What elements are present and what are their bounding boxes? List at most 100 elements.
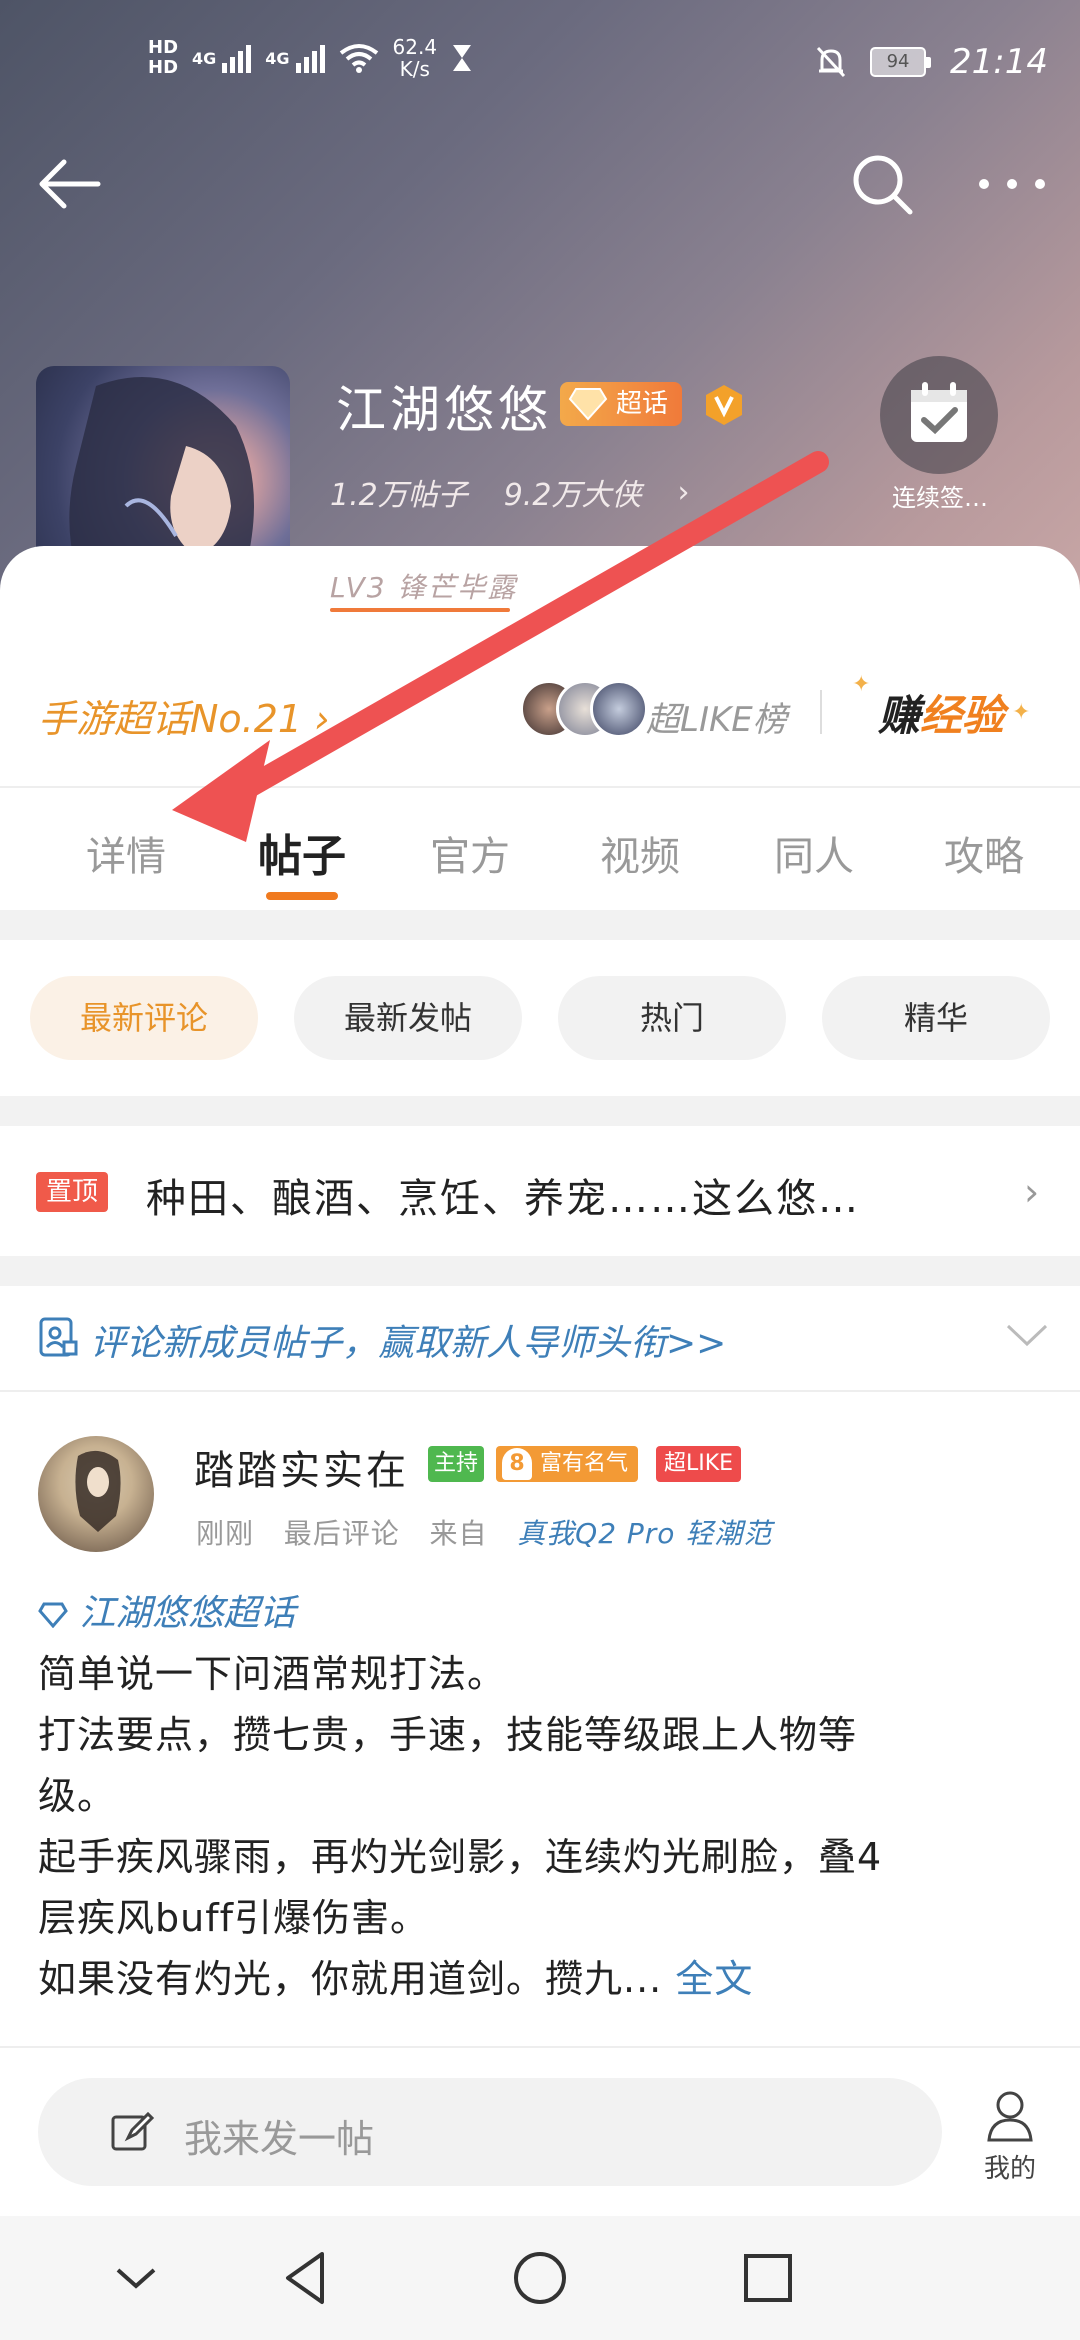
- user-level[interactable]: LV3 锋芒毕露: [330, 566, 517, 606]
- hd1-label: HD: [148, 37, 179, 58]
- posts-count: 1.2万帖子: [330, 478, 468, 513]
- compose-placeholder: 我来发一帖: [184, 2117, 375, 2161]
- arrow-left-icon[interactable]: [34, 148, 106, 220]
- wifi-icon: [339, 44, 378, 73]
- tab-bar: 详情 帖子 官方 视频 同人 攻略: [0, 790, 1080, 910]
- tab-official[interactable]: 官方: [430, 824, 510, 882]
- super-like-badge: 超LIKE: [656, 1446, 742, 1482]
- like-board-avatars[interactable]: [520, 680, 648, 740]
- network-speed: 62.4 K/s: [393, 36, 438, 80]
- signal-2-icon: [295, 43, 325, 73]
- tab-details[interactable]: 详情: [86, 824, 166, 882]
- mine-label: 我的: [983, 2154, 1036, 2184]
- section-gap: [0, 910, 1080, 940]
- filter-featured[interactable]: 精华: [822, 976, 1050, 1060]
- chevron-right-icon: ›: [677, 474, 690, 510]
- pinned-post[interactable]: 置顶 种田、酿酒、烹饪、养宠……这么悠… ›: [0, 1126, 1080, 1256]
- host-badge: 主持: [428, 1446, 485, 1482]
- network-type-2: 4G: [265, 48, 290, 68]
- speed-unit: K/s: [399, 57, 430, 81]
- divider: [0, 786, 1080, 788]
- level-progress-bar: [330, 608, 510, 612]
- filter-hot[interactable]: 热门: [558, 976, 786, 1060]
- mine-button[interactable]: 我的: [978, 2088, 1042, 2185]
- chevron-down-icon[interactable]: [1004, 1314, 1050, 1354]
- members-count: 9.2万大侠: [503, 478, 642, 513]
- post-line: 层疾风buff引爆伤害。: [38, 1896, 429, 1940]
- tab-posts[interactable]: 帖子: [258, 820, 346, 884]
- liker-avatar: [590, 680, 648, 738]
- post-line: 简单说一下问酒常规打法。: [38, 1652, 507, 1696]
- community-stats[interactable]: 1.2万帖子 9.2万大侠 ›: [330, 470, 689, 514]
- post-card[interactable]: 踏踏实实在 主持 8 富有名气 超LIKE 刚刚 最后评论 来自 真我Q2 Pro…: [0, 1396, 1080, 2046]
- chaohua-badge-label: 超话: [616, 389, 669, 419]
- checkin-button[interactable]: [880, 356, 998, 474]
- nav-home-icon[interactable]: [508, 2246, 572, 2310]
- member-card-icon: [39, 1317, 78, 1357]
- chaohua-link-label: 江湖悠悠超话: [79, 1593, 296, 1634]
- nav-recents-icon[interactable]: [736, 2246, 800, 2310]
- status-left: HD HD 4G 4G 62.4 K/s: [148, 36, 473, 80]
- author-name[interactable]: 踏踏实实在: [194, 1438, 409, 1496]
- verified-v-icon: [706, 385, 742, 425]
- screen: HD HD 4G 4G 62.4 K/s 94 21:14 江湖悠悠 超话 1.…: [0, 0, 1080, 2340]
- tab-guides[interactable]: 攻略: [944, 824, 1024, 882]
- newbie-notice[interactable]: 评论新成员帖子，赢取新人导师头衔>>: [0, 1286, 1080, 1386]
- divider: [820, 690, 822, 734]
- avatar-illustration: [75, 1450, 121, 1532]
- post-line: 级。: [38, 1774, 117, 1818]
- speed-value: 62.4: [392, 35, 438, 59]
- meta-from: 来自: [429, 1517, 488, 1550]
- chaohua-badge: 超话: [560, 382, 683, 426]
- earn-exp-button[interactable]: 赚经验: [878, 682, 1004, 743]
- earn-exp-highlight: 经验: [920, 691, 1005, 740]
- author-avatar[interactable]: [38, 1436, 154, 1552]
- sparkle-icon: ✦: [1012, 700, 1031, 725]
- filter-latest-comment[interactable]: 最新评论: [30, 976, 258, 1060]
- compose-bar: 我来发一帖 我的: [0, 2046, 1080, 2216]
- post-line-last: 如果没有灼光，你就用道剑。攒九... 全文: [38, 1949, 1048, 2010]
- tab-video[interactable]: 视频: [600, 824, 680, 882]
- clock: 21:14: [950, 42, 1048, 82]
- post-line: 打法要点，攒七贵，手速，技能等级跟上人物等: [38, 1713, 858, 1757]
- chevron-down-icon[interactable]: [104, 2246, 168, 2310]
- earn-exp-prefix: 赚: [878, 691, 921, 740]
- section-gap: [0, 1096, 1080, 1126]
- active-tab-indicator: [266, 892, 338, 900]
- diamond-icon: [38, 1602, 68, 1629]
- network-type-1: 4G: [192, 48, 217, 68]
- pinned-tag: 置顶: [36, 1172, 108, 1212]
- divider: [0, 1390, 1080, 1392]
- meta-source[interactable]: 真我Q2 Pro 轻潮范: [517, 1517, 772, 1550]
- community-name: 江湖悠悠: [336, 381, 552, 439]
- user-icon: [987, 2091, 1033, 2142]
- hd-indicators: HD HD: [148, 38, 178, 78]
- full-text-link[interactable]: 全文: [675, 1957, 753, 2001]
- community-rank[interactable]: 手游超话No.21 ›: [38, 688, 329, 743]
- checkin-label: 连续签…: [892, 484, 988, 512]
- search-icon[interactable]: [846, 148, 918, 220]
- edit-icon: [111, 2111, 155, 2151]
- like-board-link[interactable]: 超LIKE榜: [646, 692, 787, 741]
- fame-badge: 8 富有名气: [496, 1446, 639, 1482]
- status-right: 94 21:14: [816, 42, 1048, 82]
- sparkle-icon: ✦: [852, 672, 871, 697]
- meta-action: 最后评论: [283, 1517, 400, 1550]
- hd2-label: HD: [148, 57, 179, 78]
- status-bar: HD HD 4G 4G 62.4 K/s 94 21:14: [0, 0, 1080, 130]
- fame-level: 8: [502, 1448, 532, 1480]
- section-gap: [0, 1256, 1080, 1286]
- post-body: 简单说一下问酒常规打法。 打法要点，攒七贵，手速，技能等级跟上人物等 级。 起手…: [38, 1644, 1048, 2010]
- tab-fanworks[interactable]: 同人: [774, 824, 854, 882]
- top-app-bar: [0, 130, 1080, 240]
- compose-input[interactable]: 我来发一帖: [38, 2078, 942, 2186]
- diamond-icon: [568, 388, 608, 421]
- filter-latest-post[interactable]: 最新发帖: [294, 976, 522, 1060]
- more-dots-icon[interactable]: [972, 148, 1052, 220]
- chaohua-link[interactable]: 江湖悠悠超话: [38, 1584, 295, 1636]
- rank-label: 手游超话No.21: [38, 697, 303, 741]
- system-nav-bar: [0, 2216, 1080, 2340]
- nav-back-icon[interactable]: [276, 2246, 340, 2310]
- post-line: 起手疾风骤雨，再灼光剑影，连续灼光刷脸，叠4: [38, 1835, 883, 1879]
- chevron-right-icon: ›: [1024, 1170, 1040, 1214]
